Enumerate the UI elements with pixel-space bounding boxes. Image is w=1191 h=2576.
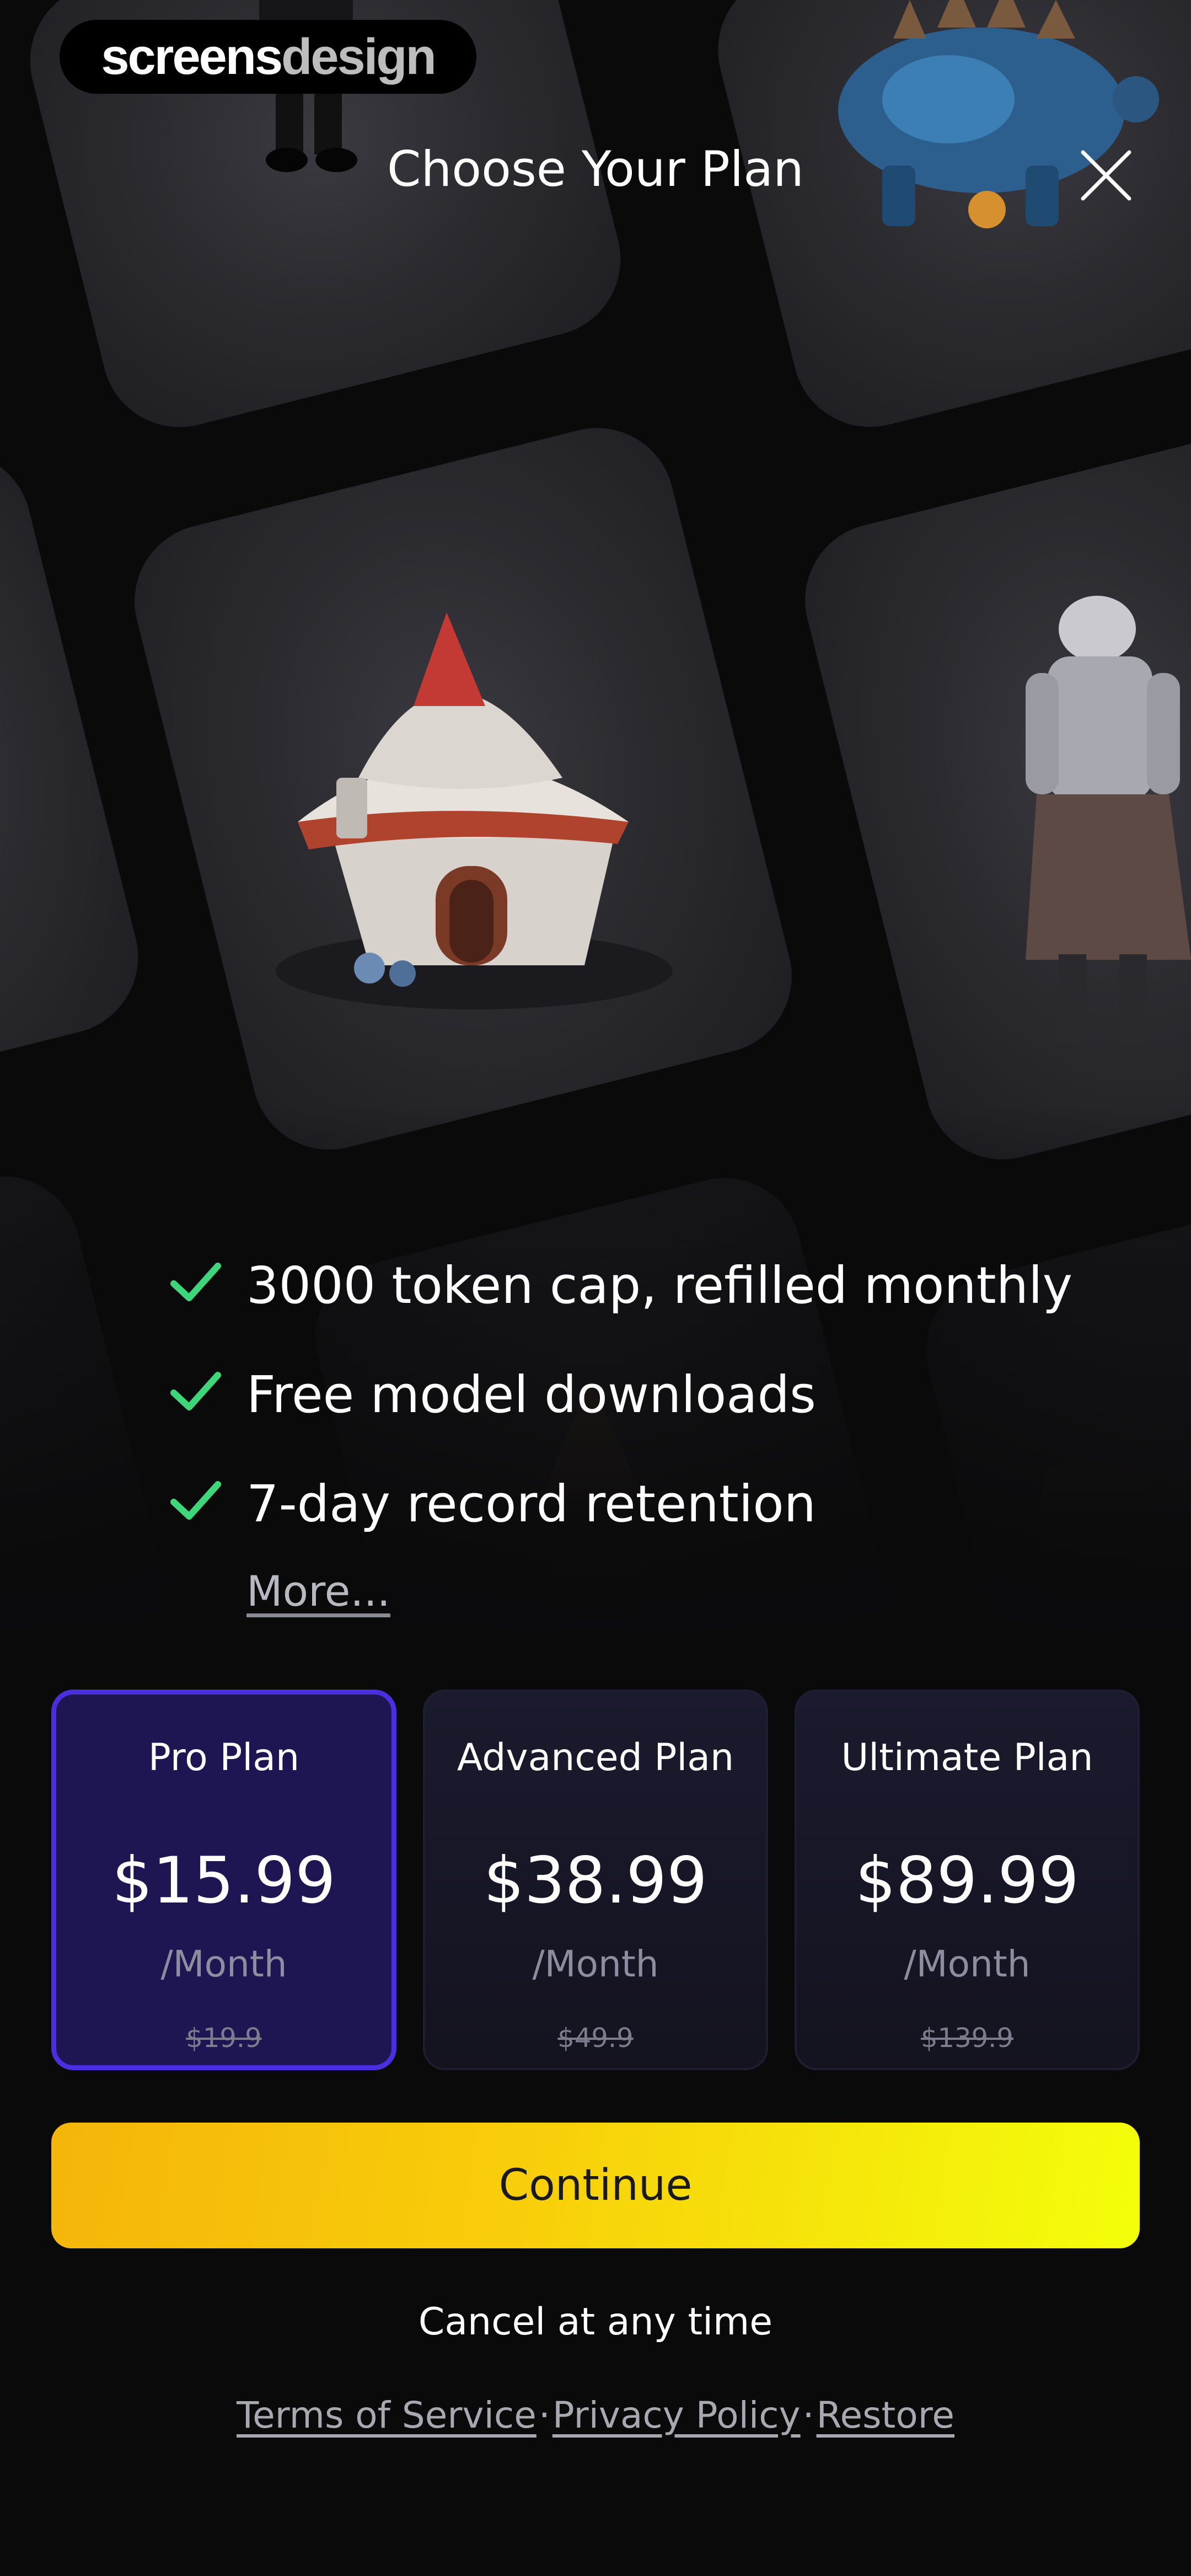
privacy-policy-link[interactable]: Privacy Policy [552,2394,801,2436]
plan-original-price: $139.9 [921,2023,1013,2054]
more-features-link[interactable]: More... [246,1567,390,1616]
gallery-tile-house [118,411,808,1166]
plan-name: Ultimate Plan [841,1736,1093,1779]
plan-card-advanced[interactable]: Advanced Plan $38.99 /Month $49.9 [423,1690,768,2070]
cancel-anytime-text: Cancel at any time [418,2300,773,2344]
watermark-text-design: design [281,28,436,85]
house-model-icon [276,612,673,1009]
separator-dot: · [538,2394,550,2436]
continue-button[interactable]: Continue [51,2123,1140,2248]
plan-card-pro[interactable]: Pro Plan $15.99 /Month $19.9 [51,1690,396,2070]
gallery-tile-knight [788,424,1191,1176]
plan-name: Pro Plan [148,1736,300,1779]
gallery-tile-robot [701,0,1191,443]
close-icon [1081,150,1131,201]
feature-item-retention: 7-day record retention [246,1474,816,1533]
separator-dot: · [802,2394,814,2436]
plan-price: $89.99 [855,1843,1079,1918]
plan-period: /Month [160,1943,287,1985]
check-icon [170,1263,221,1301]
check-icon [170,1372,221,1410]
plan-price: $38.99 [484,1843,707,1918]
plan-card-ultimate[interactable]: Ultimate Plan $89.99 /Month $139.9 [795,1690,1140,2070]
knight-model-icon [1026,596,1191,1043]
plan-period: /Month [904,1943,1031,1985]
legal-links: Terms of Service·Privacy Policy·Restore [0,2394,1191,2436]
paywall-screen: screens design Choose Your Plan 3000 toke… [0,0,1191,2576]
terms-of-service-link[interactable]: Terms of Service [237,2394,537,2436]
gallery-tile-left-partial [0,435,154,1110]
screensdesign-watermark: screens design [60,20,476,94]
plan-original-price: $49.9 [557,2023,634,2054]
page-title: Choose Your Plan [387,141,804,197]
robot-dino-icon [838,0,1159,228]
check-icon [170,1481,221,1520]
close-button[interactable] [1075,145,1137,206]
watermark-text-screens: screens [101,28,283,85]
restore-purchases-link[interactable]: Restore [817,2394,954,2436]
plan-original-price: $19.9 [186,2023,262,2054]
plan-price: $15.99 [112,1843,336,1918]
plan-name: Advanced Plan [457,1736,734,1779]
plan-period: /Month [532,1943,659,1985]
feature-item-downloads: Free model downloads [246,1365,816,1424]
feature-item-token-cap: 3000 token cap, refilled monthly [246,1255,1073,1315]
